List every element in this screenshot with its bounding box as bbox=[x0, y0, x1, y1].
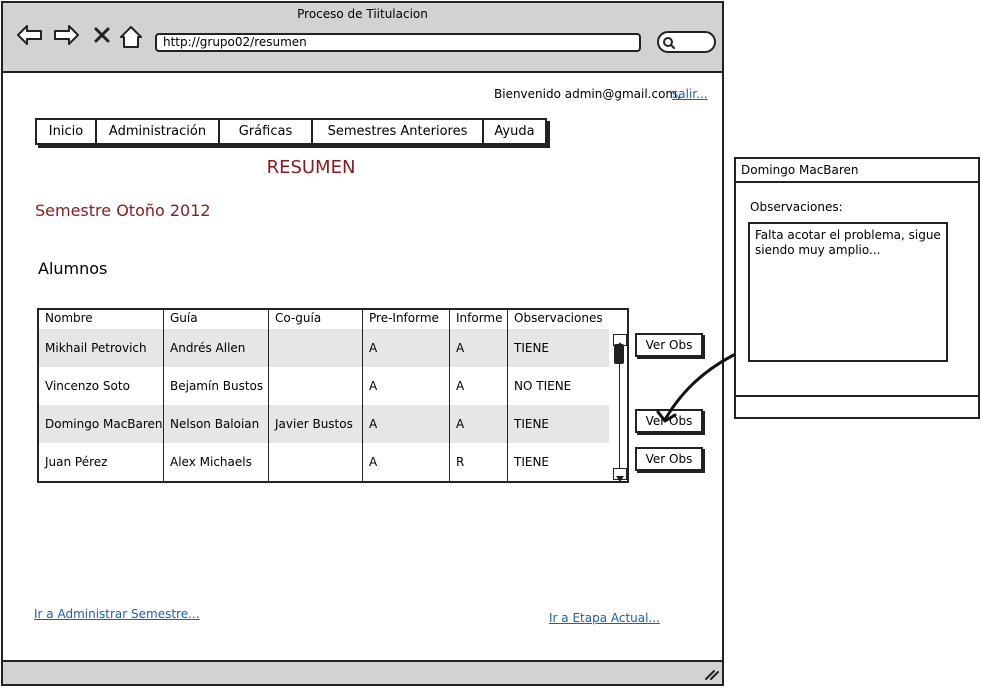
menu-item-inicio[interactable]: Inicio bbox=[37, 120, 97, 143]
cell-informe: A bbox=[456, 417, 465, 431]
cell-coguia bbox=[269, 329, 275, 367]
column-header-preinforme: Pre-Informe bbox=[369, 311, 439, 325]
observations-text[interactable]: Falta acotar el problema, sigue siendo m… bbox=[748, 222, 948, 362]
table-header: Nombre Guía Co-guía Pre-Informe Informe … bbox=[39, 310, 609, 329]
column-divider bbox=[163, 310, 164, 481]
panel-title: Domingo MacBaren bbox=[736, 159, 978, 183]
cell-guia: Nelson Baloian bbox=[170, 417, 260, 431]
logout-link[interactable]: salir... bbox=[672, 87, 708, 101]
url-input[interactable]: http://grupo02/resumen bbox=[155, 33, 641, 52]
cell-nombre: Domingo MacBaren bbox=[45, 417, 163, 431]
scroll-down-button[interactable] bbox=[613, 468, 627, 481]
students-table: Nombre Guía Co-guía Pre-Informe Informe … bbox=[37, 308, 629, 483]
cell-observaciones: TIENE bbox=[514, 341, 550, 355]
back-icon[interactable] bbox=[16, 23, 44, 47]
cell-observaciones: TIENE bbox=[514, 455, 550, 469]
cell-preinforme: A bbox=[369, 341, 378, 355]
resize-grip-icon[interactable] bbox=[704, 667, 720, 681]
table-row[interactable]: Mikhail Petrovich Andrés Allen A A TIENE bbox=[39, 329, 609, 367]
cell-informe: A bbox=[456, 341, 465, 355]
search-input[interactable] bbox=[657, 31, 716, 53]
view-obs-button-4[interactable]: Ver Obs bbox=[635, 447, 703, 471]
column-divider bbox=[507, 310, 508, 481]
scroll-thumb[interactable] bbox=[614, 344, 624, 364]
window-title: Proceso de Tiitulacion bbox=[297, 7, 428, 21]
cell-coguia: Javier Bustos bbox=[275, 417, 353, 431]
menu-item-graficas[interactable]: Gráficas bbox=[220, 120, 313, 143]
scroll-track bbox=[619, 364, 620, 468]
column-divider bbox=[362, 310, 363, 481]
cell-nombre: Vincenzo Soto bbox=[45, 379, 130, 393]
panel-divider bbox=[736, 395, 978, 397]
cell-preinforme: A bbox=[369, 379, 378, 393]
column-header-guia: Guía bbox=[170, 311, 198, 325]
column-header-informe: Informe bbox=[456, 311, 503, 325]
current-stage-link[interactable]: Ir a Etapa Actual... bbox=[549, 611, 660, 625]
cell-informe: R bbox=[456, 455, 465, 469]
cell-preinforme: A bbox=[369, 455, 378, 469]
cell-nombre: Juan Pérez bbox=[45, 455, 108, 469]
search-icon bbox=[663, 37, 675, 49]
cell-observaciones: TIENE bbox=[514, 417, 550, 431]
title-bar: Proceso de Tiitulacion http://grupo02/re… bbox=[3, 3, 722, 73]
students-heading: Alumnos bbox=[38, 259, 108, 278]
observations-label: Observaciones: bbox=[750, 200, 843, 214]
cell-guia: Alex Michaels bbox=[170, 455, 252, 469]
cell-coguia bbox=[269, 443, 275, 481]
welcome-text: Bienvenido admin@gmail.com, bbox=[494, 87, 681, 101]
status-bar bbox=[3, 660, 722, 684]
menu-item-administracion[interactable]: Administración bbox=[97, 120, 220, 143]
forward-icon[interactable] bbox=[52, 23, 80, 47]
table-row[interactable]: Domingo MacBaren Nelson Baloian Javier B… bbox=[39, 405, 609, 443]
table-row[interactable]: Vincenzo Soto Bejamín Bustos A A NO TIEN… bbox=[39, 367, 609, 405]
column-divider bbox=[268, 310, 269, 481]
menu-item-ayuda[interactable]: Ayuda bbox=[484, 120, 545, 143]
browser-window: Proceso de Tiitulacion http://grupo02/re… bbox=[1, 1, 724, 686]
home-icon[interactable] bbox=[118, 24, 144, 50]
observations-panel: Domingo MacBaren Observaciones: Falta ac… bbox=[734, 157, 980, 419]
close-icon[interactable] bbox=[93, 26, 111, 44]
cell-observaciones: NO TIENE bbox=[514, 379, 572, 393]
table-row[interactable]: Juan Pérez Alex Michaels A R TIENE bbox=[39, 443, 609, 481]
column-header-observaciones: Observaciones bbox=[514, 311, 603, 325]
admin-semester-link[interactable]: Ir a Administrar Semestre... bbox=[34, 607, 200, 621]
page-title: RESUMEN bbox=[266, 157, 356, 178]
cell-guia: Andrés Allen bbox=[170, 341, 246, 355]
column-divider bbox=[449, 310, 450, 481]
table-scrollbar[interactable] bbox=[613, 330, 627, 481]
cell-nombre: Mikhail Petrovich bbox=[45, 341, 147, 355]
cell-informe: A bbox=[456, 379, 465, 393]
semester-title: Semestre Otoño 2012 bbox=[35, 201, 211, 220]
cell-preinforme: A bbox=[369, 417, 378, 431]
column-header-coguia: Co-guía bbox=[275, 311, 322, 325]
main-menu: Inicio Administración Gráficas Semestres… bbox=[35, 118, 547, 145]
menu-item-semestres-anteriores[interactable]: Semestres Anteriores bbox=[313, 120, 484, 143]
cell-guia: Bejamín Bustos bbox=[170, 379, 264, 393]
column-header-nombre: Nombre bbox=[45, 311, 93, 325]
cell-coguia bbox=[269, 367, 275, 405]
triangle-down-icon bbox=[616, 476, 624, 481]
